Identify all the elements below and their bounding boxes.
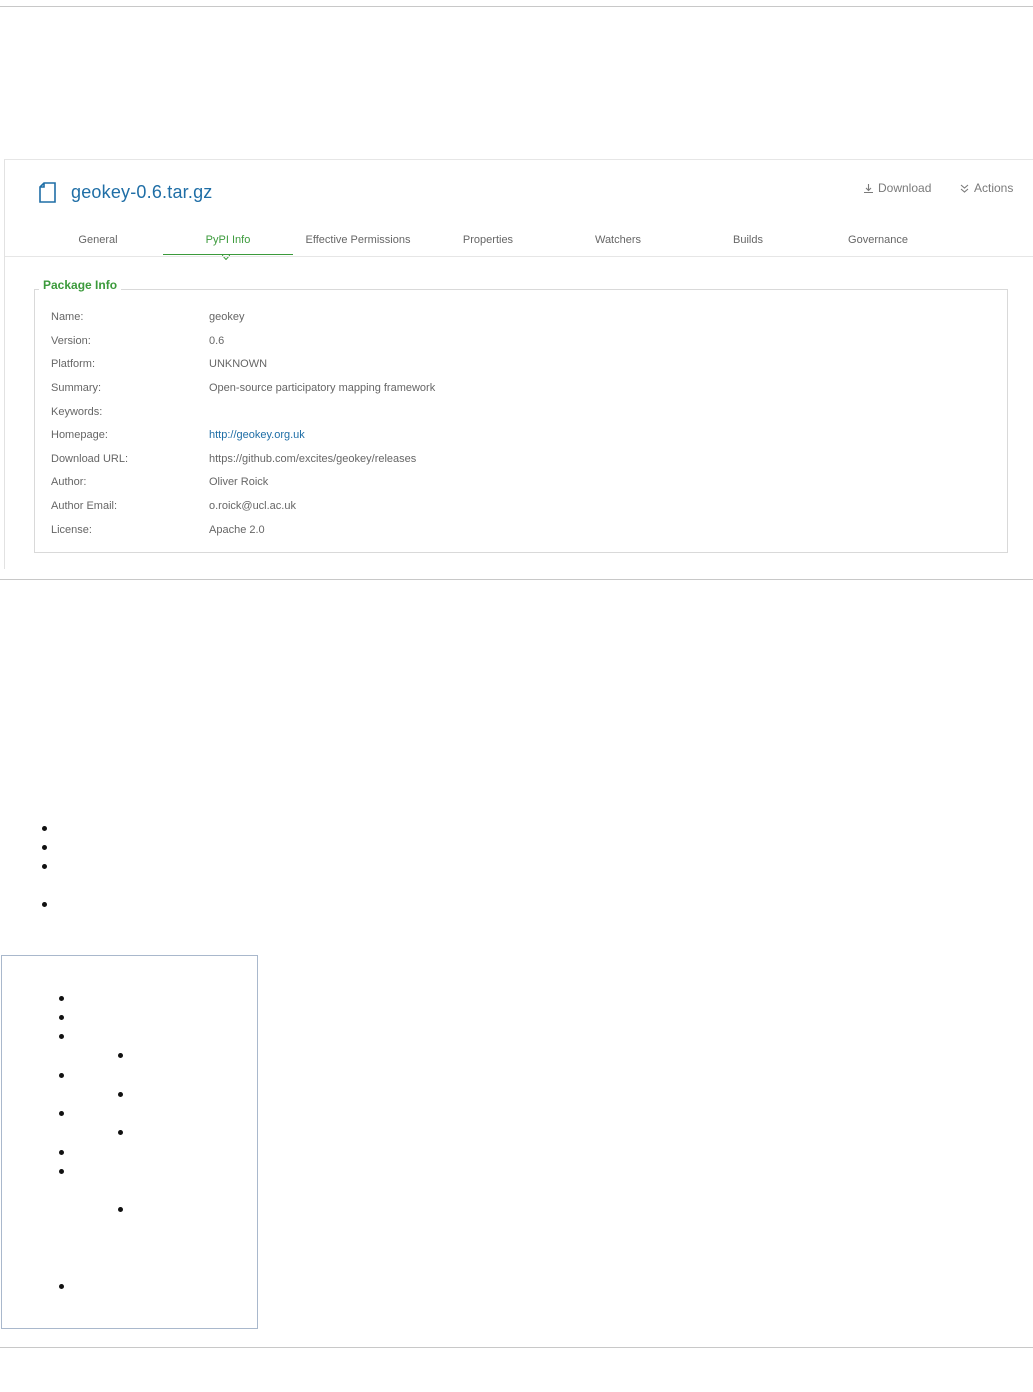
tab-pypi-info-label: PyPI Info (205, 234, 251, 246)
info-value: Apache 2.0 (209, 524, 265, 536)
tab-watchers[interactable]: Watchers (553, 232, 683, 258)
panel-bottom-rule (0, 579, 1033, 580)
download-button[interactable]: Download (863, 181, 931, 195)
info-label: Author Email: (51, 500, 118, 512)
actions-label: Actions (974, 181, 1014, 195)
info-value: https://github.com/excites/geokey/releas… (209, 453, 417, 465)
list-bullet (59, 1169, 64, 1174)
tab-builds[interactable]: Builds (683, 232, 813, 258)
nested-list-bullet (118, 1053, 123, 1058)
package-info-legend: Package Info (39, 278, 122, 292)
info-label: License: (51, 524, 92, 536)
info-label: Platform: (51, 358, 96, 370)
info-value: o.roick@ucl.ac.uk (209, 500, 296, 512)
tab-general[interactable]: General (33, 232, 163, 258)
list-bullet (59, 996, 64, 1001)
info-label: Version: (51, 335, 91, 347)
info-value: 0.6 (209, 335, 225, 347)
list-bullet (59, 1015, 64, 1020)
nested-list-bullet (118, 1207, 123, 1212)
tab-bar-divider (5, 256, 1033, 257)
package-info-fieldset: Package Info Name: geokey Version: 0.6 P… (34, 278, 1008, 553)
list-bullet (42, 864, 47, 869)
list-bullet (59, 1034, 64, 1039)
tab-effective-permissions[interactable]: Effective Permissions (293, 232, 423, 258)
info-value: Oliver Roick (209, 476, 269, 488)
top-rule (0, 6, 1033, 7)
artifact-title-row: geokey-0.6.tar.gz (39, 180, 213, 204)
tab-properties[interactable]: Properties (423, 232, 553, 258)
homepage-link[interactable]: http://geokey.org.uk (209, 429, 305, 441)
info-value: geokey (209, 311, 245, 323)
info-label: Download URL: (51, 453, 129, 465)
actions-button[interactable]: Actions (959, 181, 1013, 195)
info-label: Name: (51, 311, 84, 323)
list-bullet (59, 1284, 64, 1289)
nested-list-bullet (118, 1092, 123, 1097)
artifact-panel: geokey-0.6.tar.gz Download Actions Gener… (4, 159, 1033, 569)
sidebar-box (1, 955, 258, 1329)
info-value: UNKNOWN (209, 358, 268, 370)
info-label: Summary: (51, 382, 102, 394)
bottom-rule (0, 1347, 1033, 1348)
double-chevron-down-icon (960, 184, 969, 193)
nested-list-bullet (118, 1130, 123, 1135)
list-bullet (42, 826, 47, 831)
info-label: Keywords: (51, 406, 103, 418)
list-bullet (59, 1073, 64, 1078)
list-bullet (42, 845, 47, 850)
list-bullet (42, 902, 47, 907)
artifact-file-name: geokey-0.6.tar.gz (71, 181, 213, 202)
tab-bar: General PyPI Info Effective Permissions … (33, 232, 969, 260)
list-bullet (59, 1150, 64, 1155)
info-value: Open-source participatory mapping framew… (209, 382, 436, 394)
download-icon (864, 183, 873, 193)
list-bullet (59, 1111, 64, 1116)
tab-governance[interactable]: Governance (813, 232, 943, 258)
file-icon (39, 181, 57, 203)
download-label: Download (878, 181, 932, 195)
info-label: Homepage: (51, 429, 108, 441)
tab-pypi-info[interactable]: PyPI Info (163, 232, 293, 260)
info-label: Author: (51, 476, 87, 488)
